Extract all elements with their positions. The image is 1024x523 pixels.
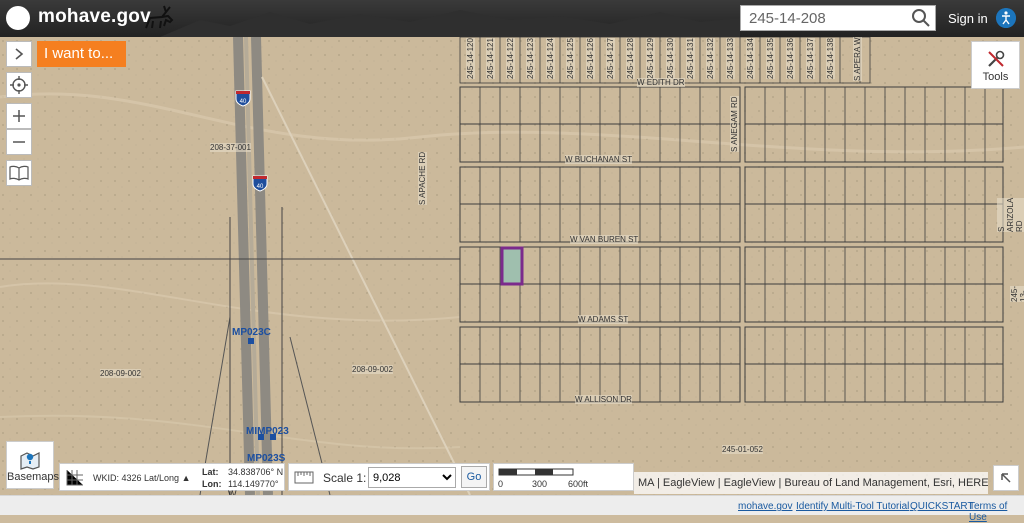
parcel-label: 245-01-052 — [722, 445, 763, 454]
parcel-label: 208-09-002 — [352, 365, 393, 374]
parcel-number-label: 245-14-125 — [566, 38, 575, 79]
basemaps-button[interactable]: Basemaps — [6, 441, 59, 489]
basemaps-icon — [20, 452, 40, 470]
footer-link-mohave[interactable]: mohave.gov — [738, 501, 792, 512]
scale-tick: 0 — [498, 479, 504, 489]
parcel-number-label: 245-14-137 — [806, 38, 815, 79]
wkid-label[interactable]: WKID: 4326 Lat/Long ▲ — [93, 473, 190, 483]
parcel-number-label: 245-14-122 — [506, 38, 515, 79]
parcel-number-label: 245-14-123 — [526, 38, 535, 79]
map-canvas[interactable]: 40 40 — [0, 37, 1024, 495]
scale-label: Scale 1: — [323, 471, 367, 485]
parcel-number-label: 245-14-120 — [466, 38, 475, 79]
plus-icon — [13, 110, 25, 122]
parcel-number-label: 245-14-135 — [766, 38, 775, 79]
search-icon[interactable] — [911, 8, 931, 28]
zoom-out-button[interactable] — [6, 129, 32, 155]
latitude-value: 34.838706° N — [228, 467, 284, 477]
i-want-to-button[interactable]: I want to... — [37, 41, 126, 67]
footer: mohave.gov Identify Multi-Tool Tutorial … — [0, 495, 1024, 523]
parcel-number-label: 245-14-128 — [626, 38, 635, 79]
scale-ruler-icon[interactable] — [293, 467, 315, 487]
parcel-number-label: 245-14-124 — [546, 38, 555, 79]
parcel-number-label: 245-14-129 — [646, 38, 655, 79]
minus-icon — [13, 141, 25, 143]
parcel-number-label: 245-14-121 — [486, 38, 495, 79]
expand-attribution-button[interactable] — [993, 465, 1019, 491]
latitude-label: Lat: — [202, 467, 219, 477]
coordinate-display: WKID: 4326 Lat/Long ▲ Lat: Lon: 34.83870… — [59, 463, 285, 499]
parcel-search-box[interactable] — [740, 5, 936, 31]
app-header: mohave.gov Sign in — [0, 0, 1024, 37]
tools-icon — [987, 50, 1004, 67]
scale-control: Scale 1: 9,028 — [288, 463, 490, 491]
county-logo-icon[interactable] — [6, 6, 30, 30]
interstate-shield-icon: 40 — [252, 175, 268, 192]
interstate-shield-icon: 40 — [235, 90, 251, 107]
street-label-edith: W EDITH DR — [637, 78, 685, 87]
basemaps-label: Basemaps — [7, 471, 59, 483]
milepost-label: MIMP023 — [246, 426, 289, 437]
milepost-label: MP023C — [232, 327, 271, 338]
elk-logo-icon — [145, 5, 174, 29]
scale-tick: 600ft — [568, 479, 589, 489]
bookmarks-button[interactable] — [6, 160, 32, 186]
search-input[interactable] — [747, 9, 911, 28]
parcel-number-label: 245-14-126 — [586, 38, 595, 79]
accessibility-icon[interactable] — [996, 8, 1016, 28]
arrow-up-left-icon — [1001, 473, 1011, 483]
mountain-silhouette-decoration — [160, 10, 740, 37]
crosshair-icon — [10, 76, 28, 94]
parcel-number-label: 245-14-134 — [746, 38, 755, 79]
parcel-number-label: 245-14-138 — [826, 38, 835, 79]
go-button[interactable]: Go — [461, 466, 487, 488]
expand-panel-button[interactable] — [6, 41, 32, 67]
scale-select[interactable]: 9,028 — [368, 467, 456, 488]
street-label-apera: S APERA W — [853, 37, 862, 81]
scale-bar-graphic — [498, 468, 574, 476]
book-icon — [9, 165, 29, 181]
parcel-number-label: 245-14-132 — [706, 38, 715, 79]
footer-link-terms[interactable]: Terms of Use — [969, 501, 1024, 523]
street-label-allison: W ALLISON DR — [575, 395, 632, 404]
svg-text:40: 40 — [240, 99, 247, 105]
locate-me-button[interactable] — [6, 72, 32, 98]
parcel-label: 245-13-007 — [1010, 285, 1024, 302]
parcel-label: 208-09-002 — [100, 369, 141, 378]
map-attribution: MA | EagleView | EagleView | Bureau of L… — [634, 472, 988, 494]
parcel-number-label: 245-14-136 — [786, 38, 795, 79]
parcel-number-label: 245-14-133 — [726, 38, 735, 79]
tools-label: Tools — [982, 71, 1009, 83]
street-label-apache: S APACHE RD — [418, 151, 427, 205]
parcel-number-label: 245-14-131 — [686, 38, 695, 79]
map-view[interactable]: 40 40 245-14-120 245-14-121 245-14-122 245-… — [0, 37, 1024, 495]
footer-link-quickstart[interactable]: QUICKSTART — [910, 501, 974, 512]
parcel-label: 208-37-001 — [210, 143, 251, 152]
grid-coordinates-icon[interactable] — [64, 467, 86, 487]
street-label-arizola: S ARIZOLA RD — [997, 197, 1024, 232]
parcel-number-label: 245-14-130 — [666, 38, 675, 79]
scale-bar: 0 300 600ft — [493, 463, 634, 491]
sign-in-link[interactable]: Sign in — [948, 11, 988, 26]
site-name[interactable]: mohave.gov — [38, 6, 151, 28]
footer-link-tutorial[interactable]: Identify Multi-Tool Tutorial — [796, 501, 909, 512]
svg-text:40: 40 — [257, 184, 264, 190]
street-label-adams: W ADAMS ST — [578, 315, 629, 324]
street-label-buchanan: W BUCHANAN ST — [565, 155, 633, 164]
street-label-van-buren: W VAN BUREN ST — [570, 235, 639, 244]
longitude-label: Lon: — [202, 479, 222, 489]
zoom-in-button[interactable] — [6, 103, 32, 129]
parcel-number-label: 245-14-127 — [606, 38, 615, 79]
scale-tick: 300 — [532, 479, 548, 489]
selected-parcel — [500, 246, 524, 286]
street-label-anegam: S ANEGAM RD — [730, 96, 739, 152]
chevron-right-icon — [15, 48, 24, 60]
tools-button[interactable]: Tools — [971, 41, 1020, 89]
